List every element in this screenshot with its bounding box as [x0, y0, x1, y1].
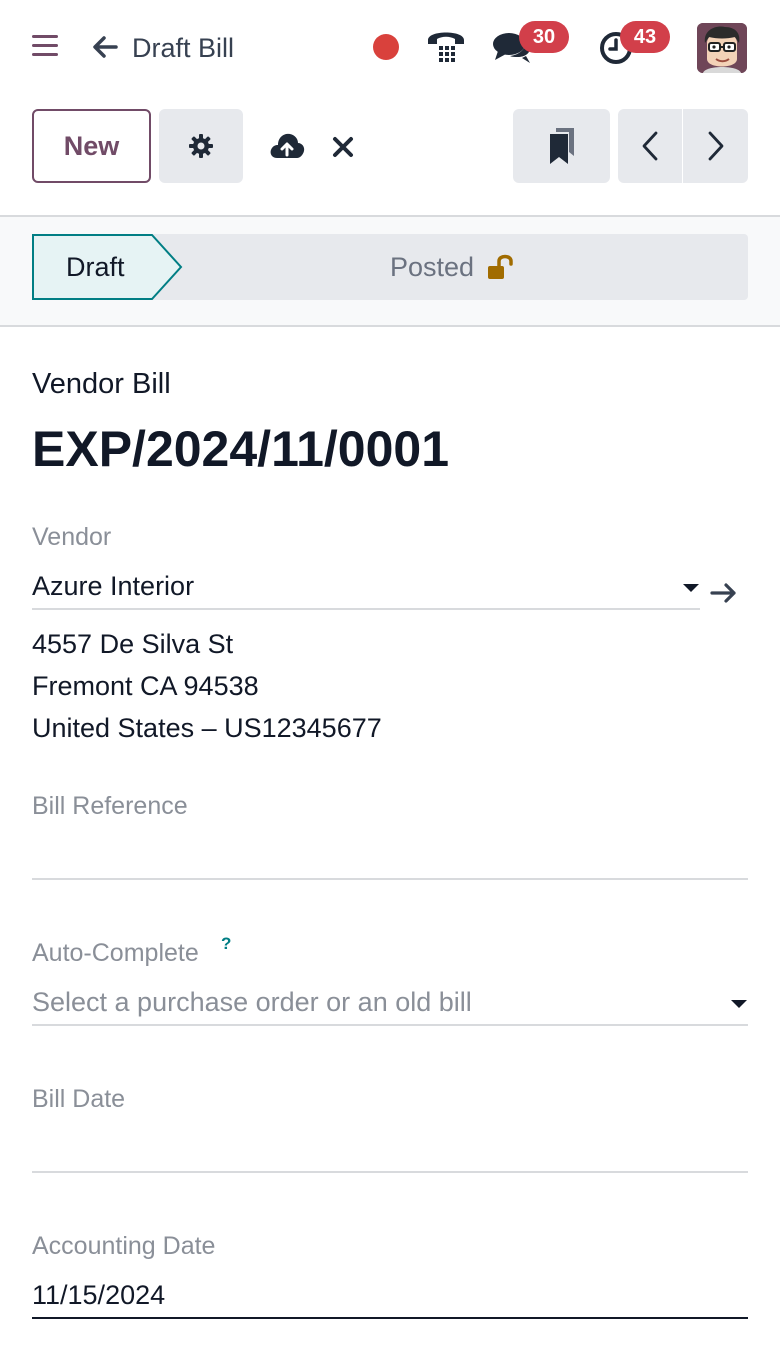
- vendor-address-line-3: United States – US12345677: [32, 713, 382, 743]
- bill-reference-underline: [32, 878, 748, 880]
- gear-icon: [189, 134, 213, 158]
- breadcrumb-title: Draft Bill: [132, 33, 235, 63]
- hamburger-icon[interactable]: [32, 35, 58, 59]
- bill-reference-input[interactable]: [32, 832, 748, 878]
- vendor-label: Vendor: [32, 523, 112, 551]
- vendor-address-line-1: 4557 De Silva St: [32, 629, 234, 659]
- messages-count-badge: 30: [519, 21, 569, 53]
- phone-icon[interactable]: [424, 26, 468, 66]
- bill-date-underline: [32, 1171, 748, 1173]
- document-number: EXP/2024/11/0001: [32, 421, 450, 477]
- vendor-dropdown-caret-icon[interactable]: [683, 584, 699, 592]
- user-avatar[interactable]: [697, 23, 747, 73]
- auto-complete-dropdown-caret-icon[interactable]: [731, 1000, 747, 1008]
- bookmark-icon: [549, 128, 574, 164]
- unlock-icon: [488, 254, 513, 279]
- record-pager: [618, 109, 748, 183]
- chevron-right-icon: [708, 131, 723, 161]
- top-navbar: Draft Bill 30 43: [0, 0, 780, 96]
- next-record-button[interactable]: [683, 109, 748, 183]
- avatar-illustration: [697, 23, 747, 73]
- bill-date-label: Bill Date: [32, 1085, 126, 1113]
- bill-date-input[interactable]: [32, 1125, 748, 1171]
- status-step-draft-label: Draft: [66, 252, 125, 282]
- document-type: Vendor Bill: [32, 368, 171, 400]
- recording-indicator[interactable]: [373, 34, 399, 60]
- activities-count-badge: 43: [620, 21, 670, 53]
- auto-complete-select[interactable]: Select a purchase order or an old bill: [32, 984, 472, 1020]
- accounting-date-underline: [32, 1317, 748, 1319]
- status-track: Draft Posted: [32, 234, 748, 300]
- auto-complete-help-icon[interactable]: ?: [221, 934, 231, 954]
- accounting-date-input[interactable]: 11/15/2024: [32, 1277, 165, 1313]
- settings-button[interactable]: [159, 109, 243, 183]
- accounting-date-label: Accounting Date: [32, 1232, 216, 1260]
- vendor-field[interactable]: Azure Interior: [32, 568, 194, 604]
- status-step-posted[interactable]: Posted: [222, 234, 682, 300]
- cloud-upload-icon[interactable]: [269, 130, 305, 162]
- external-link-arrow-icon[interactable]: [709, 579, 739, 607]
- status-bar: Draft Posted: [0, 215, 780, 327]
- status-step-posted-label: Posted: [389, 252, 475, 282]
- bill-reference-label: Bill Reference: [32, 792, 188, 820]
- vendor-address-line-2: Fremont CA 94538: [32, 671, 259, 701]
- bookmark-button[interactable]: [513, 109, 610, 183]
- new-button[interactable]: New: [32, 109, 151, 183]
- close-icon[interactable]: [330, 134, 356, 160]
- auto-complete-underline: [32, 1024, 748, 1026]
- arrow-left-icon[interactable]: [88, 30, 122, 64]
- vendor-field-underline: [32, 608, 700, 610]
- auto-complete-label: Auto-Complete: [32, 939, 199, 967]
- chevron-left-icon: [642, 131, 658, 161]
- previous-record-button[interactable]: [618, 109, 683, 183]
